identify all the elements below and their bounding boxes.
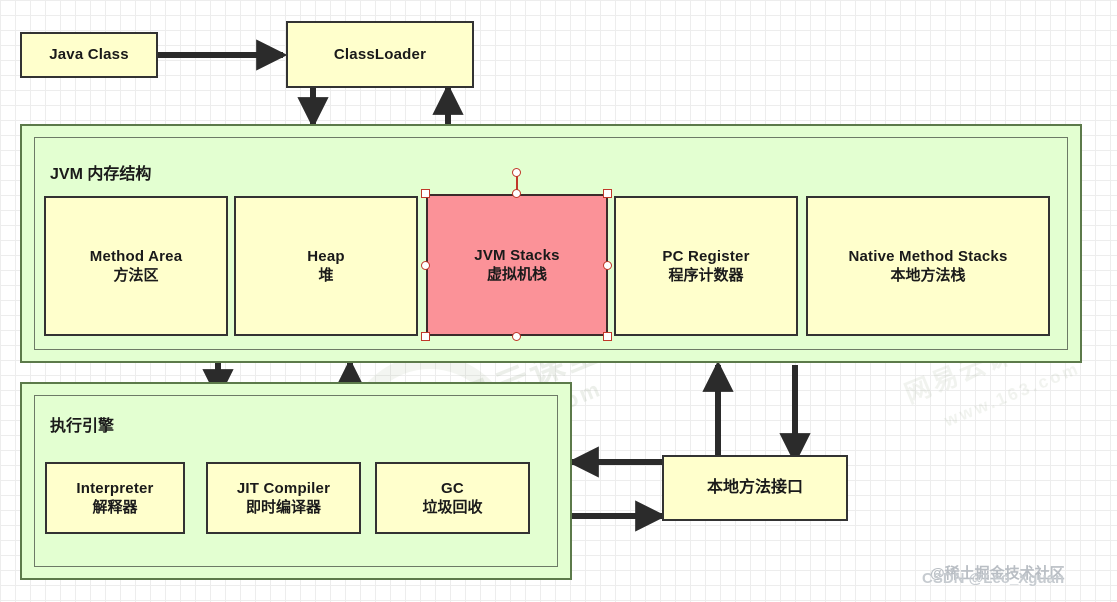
node-label-en: ClassLoader [333, 45, 427, 63]
node-method-area[interactable]: Method Area 方法区 [44, 196, 228, 336]
node-label-cn: 本地方法栈 [890, 267, 966, 284]
node-label-en: PC Register [662, 247, 750, 265]
node-java-class[interactable]: Java Class [20, 32, 158, 78]
node-label-cn: 程序计数器 [668, 267, 744, 284]
group-title-jvm-memory: JVM 内存结构 [50, 166, 152, 183]
node-label-cn: 堆 [318, 267, 334, 284]
node-jvm-stacks[interactable]: JVM Stacks 虚拟机栈 [426, 194, 608, 336]
node-native-method-stacks[interactable]: Native Method Stacks 本地方法栈 [806, 196, 1050, 336]
background-watermark-url-3: www.163.com [941, 358, 1083, 431]
resize-handle-bottom-right[interactable] [603, 332, 612, 341]
node-label-en: Heap [307, 247, 345, 265]
node-label-en: Method Area [89, 247, 183, 265]
diagram-canvas: 网易云课堂 www.163.com 网易云课堂 www.163.com 网易云课… [0, 0, 1117, 602]
resize-handle-bottom-left[interactable] [421, 332, 430, 341]
node-label-cn: 虚拟机栈 [486, 266, 547, 283]
node-label-cn: 即时编译器 [245, 499, 321, 516]
resize-handle-top-left[interactable] [421, 189, 430, 198]
watermark-csdn: CSDN @Leo_Xguan [922, 570, 1065, 587]
node-label-en: Interpreter [76, 479, 154, 497]
node-label-en: GC [441, 479, 464, 497]
node-class-loader[interactable]: ClassLoader [286, 21, 474, 88]
node-pc-register[interactable]: PC Register 程序计数器 [614, 196, 798, 336]
node-label-en: Java Class [49, 46, 129, 64]
resize-handle-middle-right[interactable] [603, 261, 612, 270]
node-label-cn: 本地方法接口 [706, 478, 803, 496]
node-label-en: JVM Stacks [474, 246, 560, 264]
node-label-en: Native Method Stacks [848, 247, 1008, 265]
rotate-handle[interactable] [512, 168, 521, 177]
resize-handle-top-center[interactable] [512, 189, 521, 198]
node-heap[interactable]: Heap 堆 [234, 196, 418, 336]
node-label-cn: 方法区 [113, 267, 159, 284]
resize-handle-top-right[interactable] [603, 189, 612, 198]
node-native-method-interface[interactable]: 本地方法接口 [662, 455, 848, 521]
node-interpreter[interactable]: Interpreter 解释器 [45, 462, 185, 534]
group-title-execution-engine: 执行引擎 [50, 418, 115, 435]
watermark-brand: @稀土掘金技术社区 [930, 565, 1065, 582]
node-label-cn: 垃圾回收 [422, 499, 483, 516]
node-label-cn: 解释器 [92, 499, 138, 516]
resize-handle-middle-left[interactable] [421, 261, 430, 270]
node-jit-compiler[interactable]: JIT Compiler 即时编译器 [206, 462, 361, 534]
resize-handle-bottom-center[interactable] [512, 332, 521, 341]
node-label-en: JIT Compiler [236, 479, 331, 497]
node-gc[interactable]: GC 垃圾回收 [375, 462, 530, 534]
